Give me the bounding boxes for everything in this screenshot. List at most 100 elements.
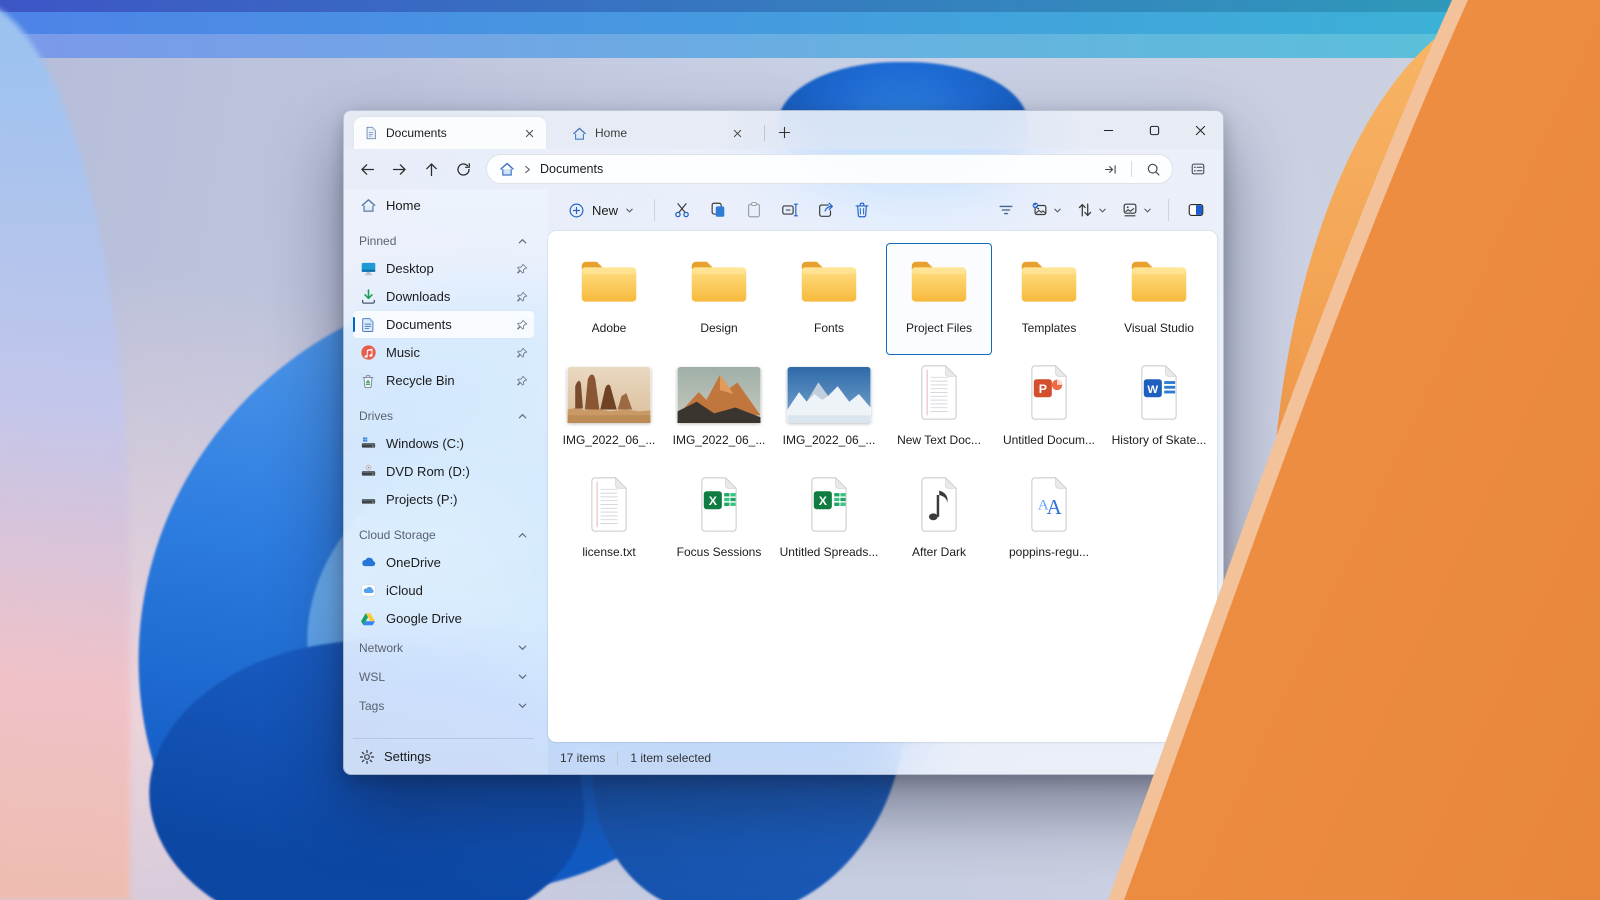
pin-icon	[516, 263, 528, 275]
details-pane-icon	[1190, 161, 1206, 177]
powerpoint-icon: P	[1027, 364, 1071, 426]
filter-button[interactable]	[989, 195, 1023, 225]
file-name: poppins-regu...	[1009, 545, 1089, 559]
file-after-dark[interactable]: After Dark	[886, 467, 992, 579]
sort-button[interactable]	[1070, 195, 1113, 225]
share-button[interactable]	[809, 195, 843, 225]
tab-documents[interactable]: Documents	[354, 117, 546, 149]
minimize-button[interactable]	[1085, 111, 1131, 149]
file-img-2022-06[interactable]: IMG_2022_06_...	[556, 355, 662, 467]
up-button[interactable]	[416, 154, 446, 184]
close-button[interactable]	[1177, 111, 1223, 149]
sidebar-item-settings[interactable]: Settings	[353, 738, 534, 774]
search-icon	[1146, 162, 1161, 177]
file-name: Adobe	[592, 321, 627, 335]
tab-strip-divider	[764, 125, 765, 141]
sidebar-item-projects-p[interactable]: Projects (P:)	[353, 486, 534, 513]
rename-button[interactable]	[773, 195, 807, 225]
breadcrumb[interactable]: Documents	[540, 162, 603, 176]
preview-pane-button[interactable]	[1179, 195, 1213, 225]
forward-arrow-icon	[391, 161, 408, 178]
file-new-text-doc[interactable]: New Text Doc...	[886, 355, 992, 467]
sidebar-section-drives[interactable]: Drives	[353, 403, 534, 429]
view-button[interactable]	[1115, 195, 1158, 225]
file-untitled-docum[interactable]: PUntitled Docum...	[996, 355, 1102, 467]
sidebar-item-windows-c[interactable]: Windows (C:)	[353, 430, 534, 457]
details-pane-button[interactable]	[1183, 154, 1213, 184]
refresh-button[interactable]	[448, 154, 478, 184]
section-title: Pinned	[359, 234, 396, 248]
search-button[interactable]	[1140, 156, 1166, 182]
forward-button[interactable]	[384, 154, 414, 184]
new-tab-button[interactable]	[771, 119, 797, 145]
settings-label: Settings	[384, 749, 431, 764]
sidebar-section-wsl[interactable]: WSL	[353, 663, 534, 690]
onedrive-icon	[359, 554, 377, 571]
sidebar-item-downloads[interactable]: Downloads	[353, 283, 534, 310]
sidebar-item-music[interactable]: Music	[353, 339, 534, 366]
sidebar-item-recycle-bin[interactable]: Recycle Bin	[353, 367, 534, 394]
section-title: Network	[359, 641, 403, 655]
chevron-down-icon	[1143, 206, 1152, 215]
sidebar-item-google-drive[interactable]: Google Drive	[353, 605, 534, 632]
rename-icon	[781, 201, 799, 219]
sidebar-section-tags[interactable]: Tags	[353, 692, 534, 719]
sidebar: Home Pinned DesktopDownloadsDocumentsMusic…	[344, 189, 548, 774]
sidebar-section-network[interactable]: Network	[353, 634, 534, 661]
sidebar-item-onedrive[interactable]: OneDrive	[353, 549, 534, 576]
excel-icon: X	[807, 476, 851, 538]
tab-close-button[interactable]	[520, 124, 538, 142]
sidebar-navigation: Home Pinned DesktopDownloadsDocumentsMusic…	[353, 191, 534, 738]
text-icon	[917, 364, 961, 426]
file-history-of-skate[interactable]: WHistory of Skate...	[1106, 355, 1212, 467]
tab-label: Home	[595, 126, 720, 140]
file-project-files[interactable]: Project Files	[886, 243, 992, 355]
tab-home[interactable]: Home	[562, 117, 754, 149]
sidebar-item-desktop[interactable]: Desktop	[353, 255, 534, 282]
file-visual-studio[interactable]: Visual Studio	[1106, 243, 1212, 355]
file-license-txt[interactable]: license.txt	[556, 467, 662, 579]
delete-button[interactable]	[845, 195, 879, 225]
sidebar-item-icloud[interactable]: iCloud	[353, 577, 534, 604]
options-icon	[1031, 201, 1049, 219]
file-img-2022-06[interactable]: IMG_2022_06_...	[666, 355, 772, 467]
file-focus-sessions[interactable]: XFocus Sessions	[666, 467, 772, 579]
address-bar[interactable]: Documents	[486, 154, 1173, 184]
minimize-icon	[1103, 125, 1114, 136]
sidebar-item-label: Home	[386, 198, 528, 213]
file-name: IMG_2022_06_...	[673, 433, 766, 447]
document-tab-icon	[364, 126, 378, 140]
file-img-2022-06[interactable]: IMG_2022_06_...	[776, 355, 882, 467]
cut-button[interactable]	[665, 195, 699, 225]
file-templates[interactable]: Templates	[996, 243, 1102, 355]
file-poppins-regu[interactable]: AApoppins-regu...	[996, 467, 1102, 579]
gdrive-icon	[359, 611, 377, 627]
back-button[interactable]	[352, 154, 382, 184]
options-button[interactable]	[1025, 195, 1068, 225]
file-name: After Dark	[912, 545, 966, 559]
paste-button[interactable]	[737, 195, 771, 225]
address-separator	[1131, 161, 1132, 177]
sidebar-section-cloud-storage[interactable]: Cloud Storage	[353, 522, 534, 548]
file-design[interactable]: Design	[666, 243, 772, 355]
sidebar-item-home[interactable]: Home	[353, 192, 534, 219]
word-icon: W	[1137, 364, 1181, 426]
file-fonts[interactable]: Fonts	[776, 243, 882, 355]
sidebar-section-pinned[interactable]: Pinned	[353, 228, 534, 254]
sidebar-item-documents[interactable]: Documents	[353, 311, 534, 338]
icloud-icon	[359, 582, 377, 599]
file-adobe[interactable]: Adobe	[556, 243, 662, 355]
chevron-down-icon	[517, 700, 528, 711]
folder-icon	[1128, 255, 1190, 311]
file-untitled-spreads[interactable]: XUntitled Spreads...	[776, 467, 882, 579]
copy-button[interactable]	[701, 195, 735, 225]
tab-close-button[interactable]	[728, 124, 746, 142]
section-title: Tags	[359, 699, 384, 713]
file-name: Visual Studio	[1124, 321, 1194, 335]
sidebar-item-label: OneDrive	[386, 555, 528, 570]
tab-bar: Documents Home	[344, 111, 1223, 149]
sidebar-item-dvd-rom-d[interactable]: DVD Rom (D:)	[353, 458, 534, 485]
new-button[interactable]: New	[558, 197, 644, 224]
expand-address-button[interactable]	[1097, 156, 1123, 182]
maximize-button[interactable]	[1131, 111, 1177, 149]
